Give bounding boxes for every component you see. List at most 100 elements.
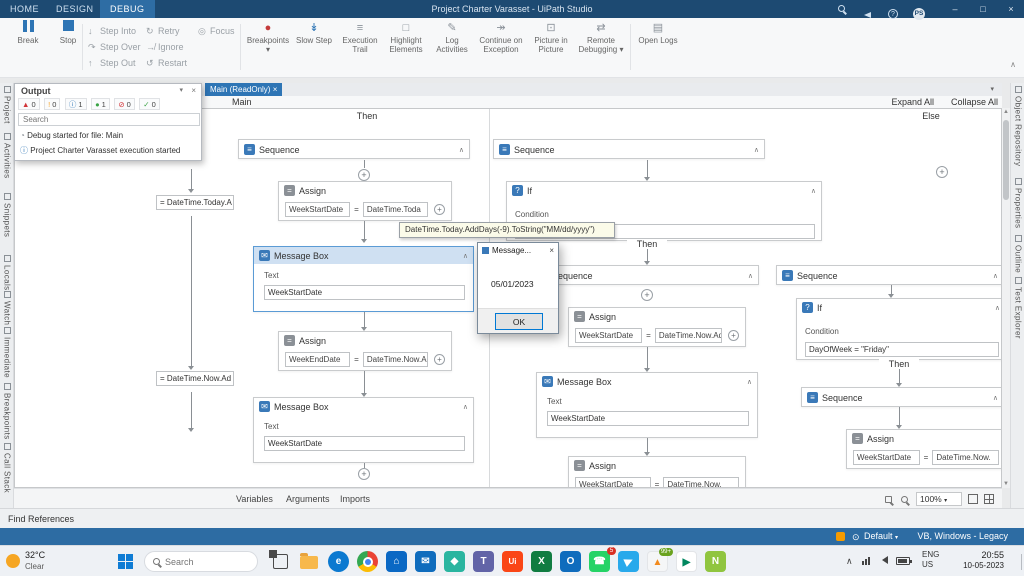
add-activity-button[interactable]: + — [358, 468, 370, 480]
notepad-icon[interactable]: N — [705, 551, 726, 572]
file-explorer-icon[interactable] — [300, 553, 318, 569]
collapse-icon[interactable]: ∧ — [995, 304, 1000, 312]
message-text-input[interactable]: WeekStartDate — [264, 436, 465, 451]
add-activity-button[interactable]: + — [358, 169, 370, 181]
excel-icon[interactable]: X — [531, 551, 552, 572]
scrollbar-thumb[interactable] — [1003, 120, 1009, 200]
assign-value-input[interactable]: DateTime.Now. — [663, 477, 740, 487]
weather-desc[interactable]: Clear — [25, 562, 44, 571]
break-button[interactable]: Break — [6, 20, 50, 75]
dialog-title-bar[interactable]: Message... × — [478, 243, 558, 258]
remote-debugging-button[interactable]: ⇄ Remote Debugging ▾ — [576, 20, 626, 75]
step-over-button[interactable]: ↷ Step Over — [88, 42, 141, 56]
add-icon[interactable]: + — [728, 330, 740, 341]
close-tab-icon[interactable]: × — [273, 85, 278, 94]
output-log-row[interactable]: ◔ Debug started for file: Main — [20, 131, 123, 140]
dialog-close-icon[interactable]: × — [549, 246, 554, 255]
message-box-activity[interactable]: ✉ Message Box ∧ Text WeekStartDate — [536, 372, 758, 438]
weather-icon[interactable] — [6, 554, 20, 568]
collapse-icon[interactable]: ∧ — [993, 394, 998, 402]
ignore-button[interactable]: ↛ Ignore — [146, 42, 184, 56]
collapse-icon[interactable]: ∧ — [463, 252, 468, 260]
output-log-row[interactable]: ⓘ Project Charter Varasset execution sta… — [20, 145, 180, 156]
collapse-icon[interactable]: ∧ — [459, 146, 464, 154]
collapse-ribbon-icon[interactable]: ∧ — [1010, 60, 1016, 69]
close-button[interactable]: × — [998, 0, 1024, 18]
clipped-assign-expression[interactable]: = DateTime.Today.A — [156, 195, 234, 210]
execution-trail-button[interactable]: ≡ Execution Trail — [338, 20, 382, 75]
telegram-icon[interactable]: ▶ — [618, 551, 639, 572]
sidebar-tab-outline[interactable]: Outline — [1012, 235, 1024, 273]
filter-blocked-button[interactable]: ⊘ 0 — [114, 98, 135, 110]
minimize-button[interactable]: – — [942, 0, 968, 18]
collapse-icon[interactable]: ∧ — [811, 187, 816, 195]
collapse-icon[interactable]: ∧ — [754, 146, 759, 154]
highlight-elements-button[interactable]: □ Highlight Elements — [384, 20, 428, 75]
restart-button[interactable]: ↺ Restart — [146, 58, 187, 72]
breakpoints-button[interactable]: ● Breakpoints ▾ — [246, 20, 290, 75]
scroll-up-icon[interactable]: ▲ — [1003, 109, 1009, 115]
tab-list-dropdown-icon[interactable]: ▾ — [990, 85, 994, 93]
assign-value-input[interactable]: DateTime.Now.Ad — [362, 352, 429, 367]
sidebar-tab-breakpoints[interactable]: Breakpoints — [1, 383, 13, 440]
add-activity-button[interactable]: + — [641, 289, 653, 301]
assign-activity[interactable]: = Assign WeekEndDate = DateTime.Now.Ad + — [278, 331, 452, 371]
taskbar-search[interactable] — [144, 551, 258, 572]
sidebar-tab-watch[interactable]: Watch — [1, 291, 13, 325]
assign-to-input[interactable]: WeekStartDate — [853, 450, 920, 465]
volume-icon[interactable] — [882, 556, 888, 566]
sequence-activity[interactable]: ≡ Sequence ∧ — [801, 387, 1001, 407]
message-box-activity-current[interactable]: ✉ Message Box ∧ Text WeekStartDate — [253, 246, 474, 312]
zoom-level-select[interactable]: 100% ▾ — [916, 492, 962, 506]
show-desktop-button[interactable] — [1021, 554, 1022, 570]
document-tab-main[interactable]: Main (ReadOnly) × — [205, 83, 283, 96]
scroll-down-icon[interactable]: ▼ — [1003, 481, 1009, 487]
find-references-panel[interactable]: Find References — [0, 508, 1024, 528]
assign-value-input[interactable]: DateTime.Now.Ad — [654, 328, 723, 343]
arguments-tab[interactable]: Arguments — [286, 489, 330, 509]
open-logs-button[interactable]: ▤ Open Logs — [636, 20, 680, 75]
sidebar-tab-properties[interactable]: Properties — [1012, 178, 1024, 228]
fit-to-screen-icon[interactable] — [968, 494, 978, 504]
sidebar-tab-object-repository[interactable]: Object Repository — [1012, 86, 1024, 166]
uipath-icon[interactable]: Ui — [502, 551, 523, 572]
assign-to-input[interactable]: WeekStartDate — [575, 328, 643, 343]
continue-on-exception-button[interactable]: ↠ Continue on Exception — [476, 20, 526, 75]
weather-temp[interactable]: 32°C — [25, 550, 45, 560]
teams-icon[interactable]: T — [473, 551, 494, 572]
taskbar-search-input[interactable] — [165, 556, 245, 567]
step-out-button[interactable]: ↑ Step Out — [88, 58, 136, 72]
assign-activity-clipped[interactable]: = Assign WeekStartDate = DateTime.Now. — [568, 456, 746, 487]
close-panel-icon[interactable]: × — [191, 86, 196, 95]
assign-activity[interactable]: = Assign WeekStartDate = DateTime.Toda + — [278, 181, 452, 221]
filter-trace-button[interactable]: ● 1 — [91, 98, 110, 110]
chrome-icon[interactable] — [357, 551, 378, 572]
search-icon[interactable] — [828, 0, 854, 18]
clipped-assign-expression[interactable]: = DateTime.Now.Ad — [156, 371, 234, 386]
sidebar-tab-test-explorer[interactable]: Test Explorer — [1012, 277, 1024, 339]
filter-success-button[interactable]: ✓ 0 — [139, 98, 160, 110]
collapse-icon[interactable]: ∧ — [463, 403, 468, 411]
filter-warnings-button[interactable]: ! 0 — [44, 98, 61, 110]
vlc-icon[interactable]: ▲ 99+ — [647, 548, 673, 572]
collapse-icon[interactable]: ∧ — [748, 272, 753, 280]
add-icon[interactable]: + — [434, 354, 446, 365]
imports-tab[interactable]: Imports — [340, 489, 370, 509]
start-button[interactable] — [118, 554, 133, 569]
sequence-activity[interactable]: ≡ Sequence ∧ — [493, 139, 765, 159]
announcements-icon[interactable] — [854, 0, 880, 18]
tray-expand-icon[interactable]: ∧ — [846, 556, 853, 567]
avatar[interactable]: PS — [906, 0, 932, 20]
tab-home[interactable]: HOME — [0, 0, 49, 18]
profile-selector[interactable]: Default ▾ — [864, 531, 898, 541]
filter-errors-button[interactable]: ▲ 0 — [18, 98, 40, 110]
photos-icon[interactable]: ◆ — [444, 551, 465, 572]
assign-to-input[interactable]: WeekEndDate — [285, 352, 351, 367]
add-icon[interactable]: + — [434, 204, 446, 215]
focus-button[interactable]: ◎ Focus — [198, 26, 235, 40]
pan-icon[interactable] — [885, 495, 892, 505]
sidebar-tab-snippets[interactable]: Snippets — [1, 193, 13, 237]
breadcrumb[interactable]: Main — [232, 97, 252, 107]
ok-button[interactable]: OK — [495, 313, 543, 330]
variables-tab[interactable]: Variables — [236, 489, 273, 509]
